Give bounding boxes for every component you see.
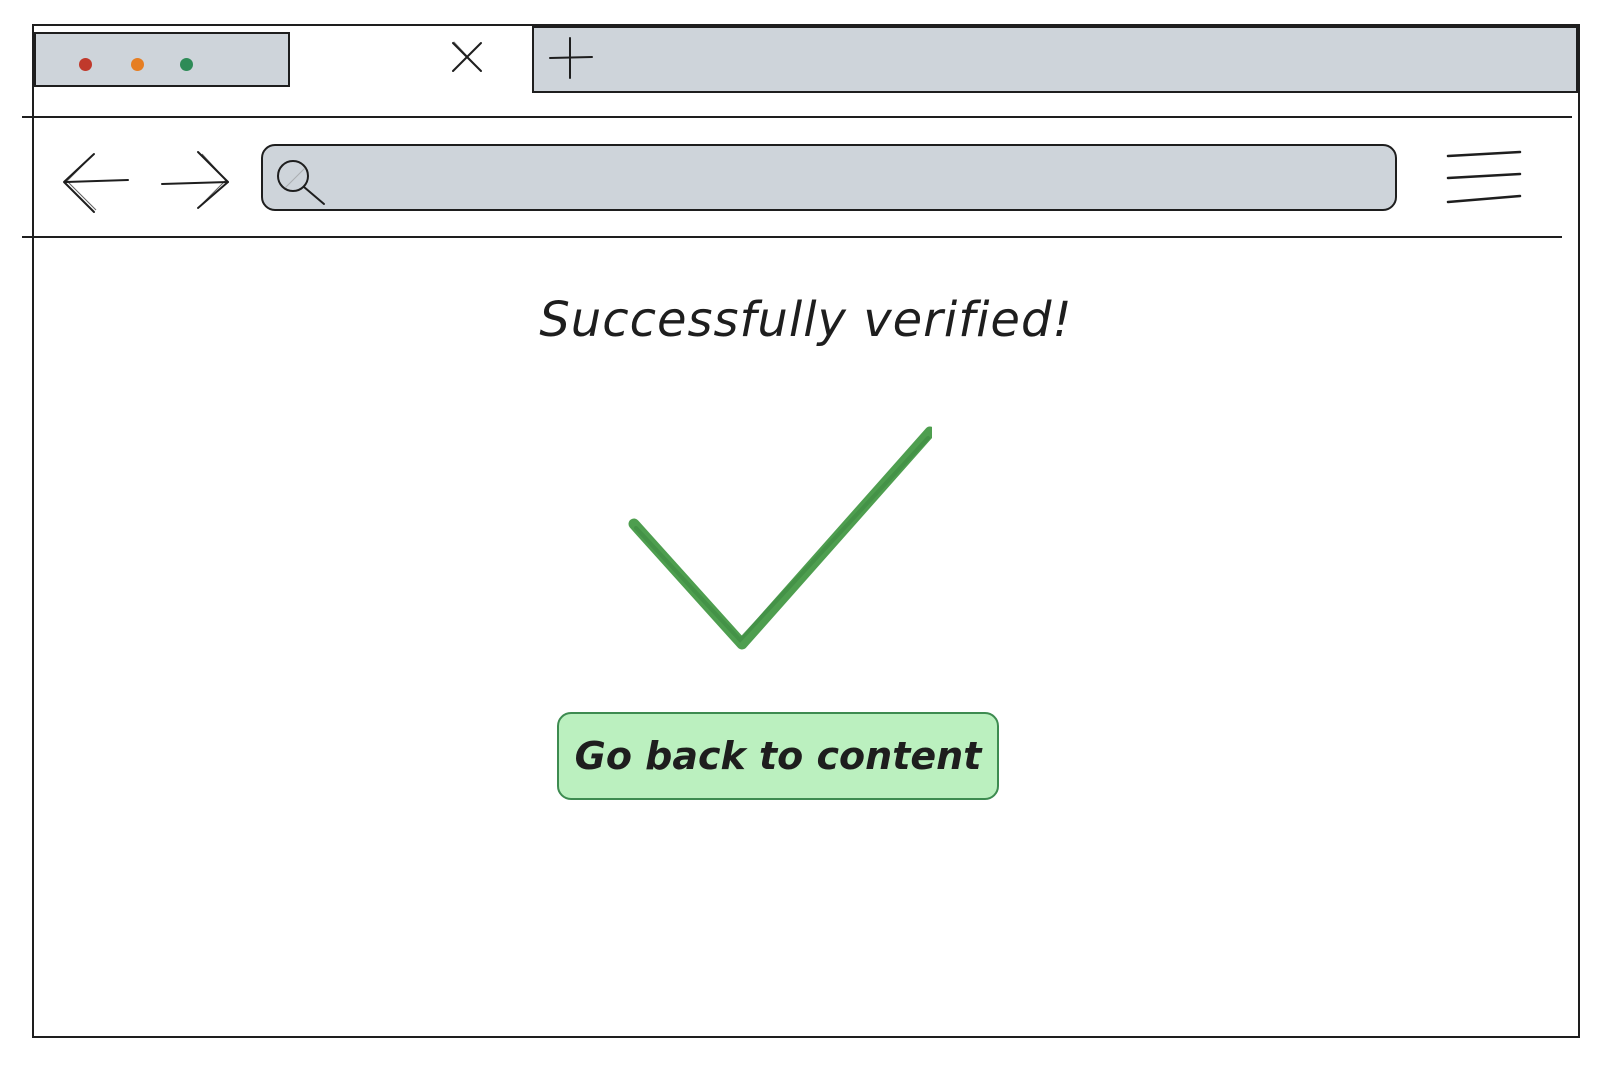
minimize-window-dot[interactable]	[131, 58, 144, 71]
plus-icon[interactable]	[548, 34, 596, 82]
go-back-button[interactable]: Go back to content	[557, 712, 999, 800]
close-icon[interactable]	[450, 40, 484, 74]
tab-strip	[34, 26, 1578, 118]
arrow-right-icon[interactable]	[158, 150, 236, 218]
arrow-left-icon[interactable]	[58, 150, 136, 218]
maximize-window-dot[interactable]	[180, 58, 193, 71]
page-content: Successfully verified! Go back to conten…	[34, 238, 1578, 1038]
window-controls	[34, 32, 290, 87]
search-icon	[275, 158, 329, 206]
page-title: Successfully verified!	[539, 292, 1073, 348]
active-tab[interactable]	[290, 26, 524, 118]
navigation-bar	[34, 118, 1578, 238]
browser-window: Successfully verified! Go back to conten…	[22, 24, 1580, 1038]
address-bar[interactable]	[261, 144, 1397, 211]
new-tab-area	[532, 26, 1578, 93]
address-input[interactable]	[341, 160, 1375, 198]
hamburger-menu-icon[interactable]	[1444, 148, 1524, 210]
close-window-dot[interactable]	[79, 58, 92, 71]
checkmark-icon	[612, 418, 936, 658]
